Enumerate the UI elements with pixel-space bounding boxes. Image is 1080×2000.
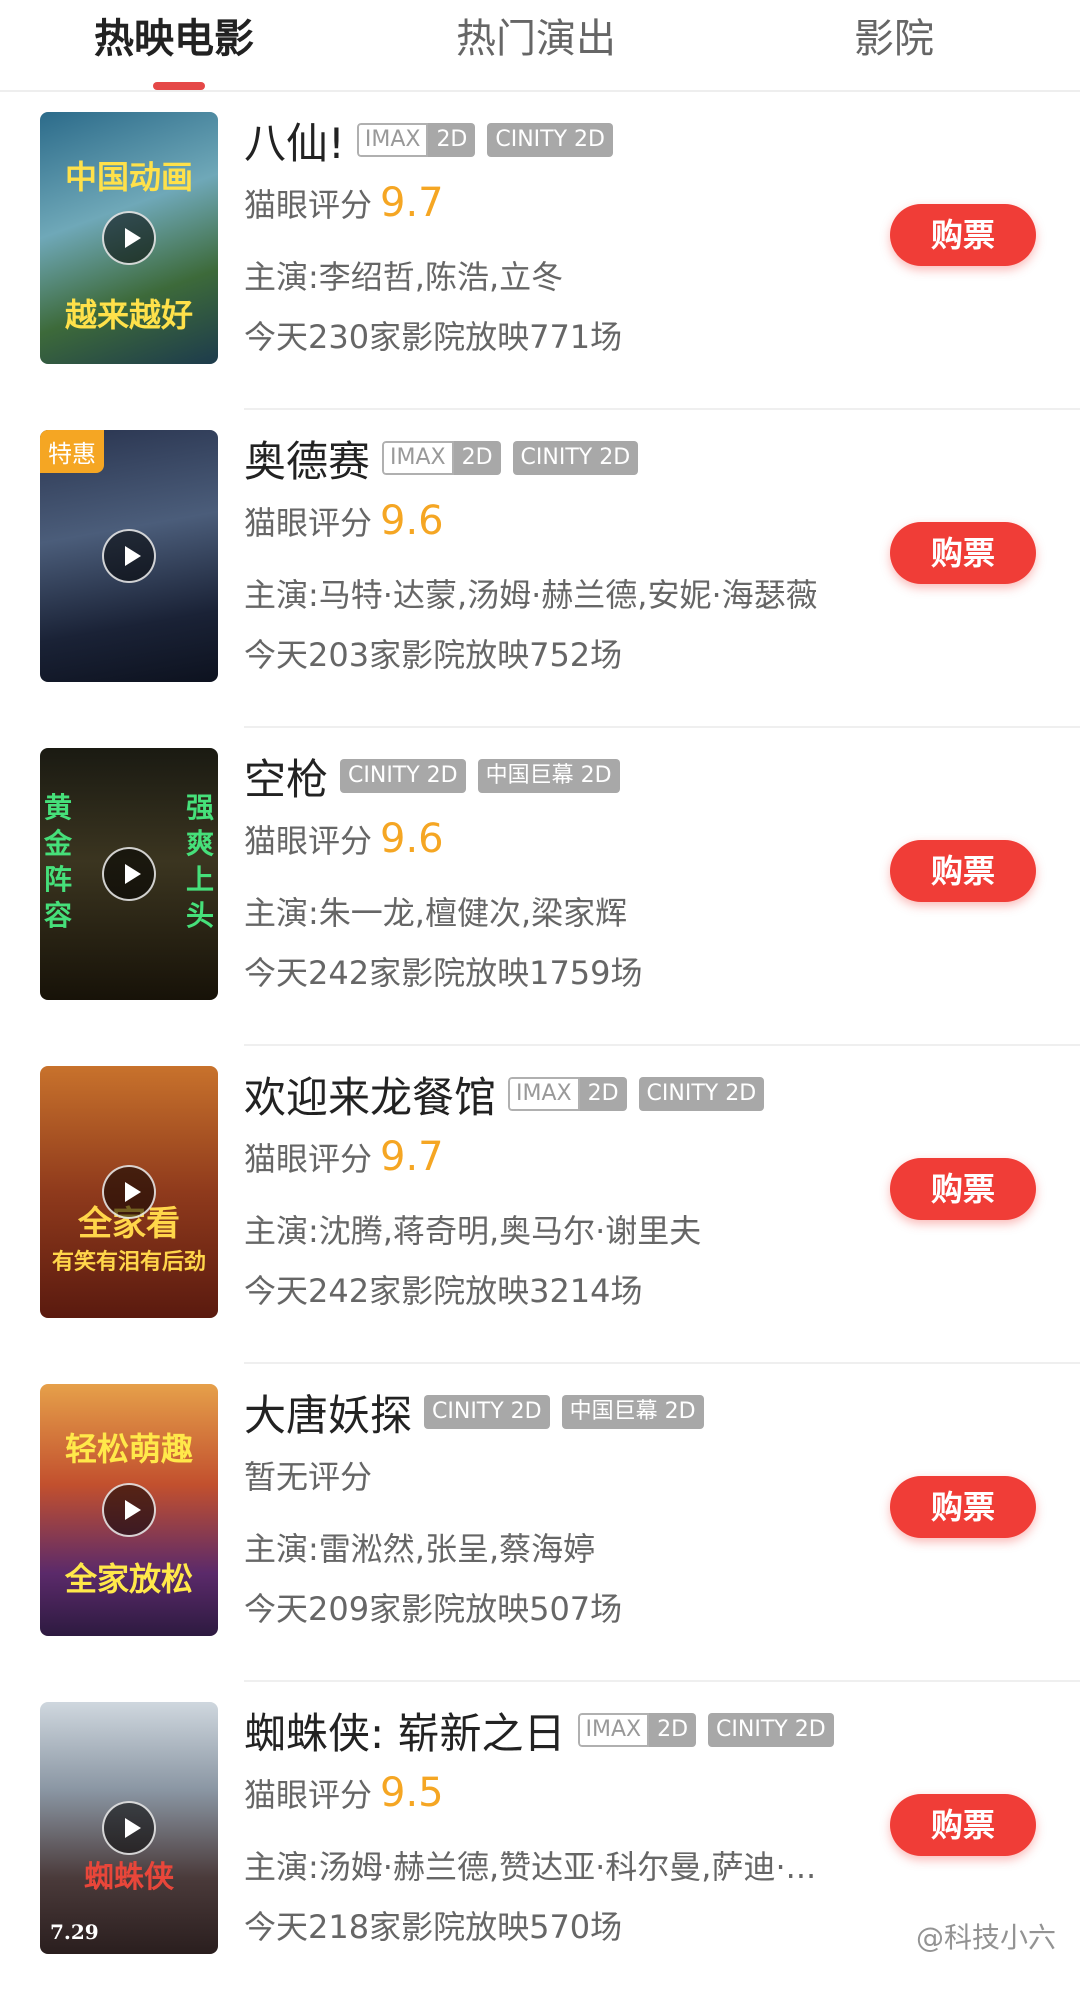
movie-poster[interactable]: 黄金阵容 强爽上头 xyxy=(40,748,218,1000)
tab-hot-shows[interactable]: 热门演出 xyxy=(386,14,686,64)
movie-title: 欢迎来龙餐馆 xyxy=(244,1064,496,1125)
movie-poster[interactable]: 全家看 有笑有泪有后劲 xyxy=(40,1066,218,1318)
buy-ticket-button[interactable]: 购票 xyxy=(890,1158,1036,1220)
poster-caption: 全家放松 xyxy=(40,1554,218,1600)
rating-score: 9.6 xyxy=(380,498,444,544)
poster-caption: 强爽上头 xyxy=(184,790,214,934)
title-row: 欢迎来龙餐馆 IMAX2D CINITY 2D xyxy=(244,1066,764,1122)
showings-text: 今天242家影院放映1759场 xyxy=(244,948,643,994)
rating-label: 猫眼评分 xyxy=(244,180,372,226)
movie-item[interactable]: 全家看 有笑有泪有后劲 欢迎来龙餐馆 IMAX2D CINITY 2D 猫眼评分… xyxy=(0,1046,1080,1364)
active-tab-indicator xyxy=(153,82,205,90)
movie-poster[interactable]: 蜘蛛侠 7.29 xyxy=(40,1702,218,1954)
showings-text: 今天230家影院放映771场 xyxy=(244,312,622,358)
rating-row: 猫眼评分 9.6 xyxy=(244,816,444,866)
play-icon[interactable] xyxy=(102,1801,156,1855)
rating-label: 猫眼评分 xyxy=(244,498,372,544)
buy-ticket-button[interactable]: 购票 xyxy=(890,840,1036,902)
rating-row: 猫眼评分 9.7 xyxy=(244,180,444,230)
rating-row: 暂无评分 xyxy=(244,1452,372,1502)
movie-item[interactable]: 轻松萌趣 全家放松 大唐妖探 CINITY 2D 中国巨幕 2D 暂无评分 主演… xyxy=(0,1364,1080,1682)
poster-caption: 黄金阵容 xyxy=(44,790,74,934)
rating-row: 猫眼评分 9.6 xyxy=(244,498,444,548)
showings-text: 今天218家影院放映570场 xyxy=(244,1902,622,1948)
rating-label: 暂无评分 xyxy=(244,1452,372,1498)
rating-row: 猫眼评分 9.7 xyxy=(244,1134,444,1184)
rating-label: 猫眼评分 xyxy=(244,1134,372,1180)
showings-text: 今天242家影院放映3214场 xyxy=(244,1266,643,1312)
poster-caption: 越来越好 xyxy=(40,290,218,336)
play-icon[interactable] xyxy=(102,847,156,901)
showings-text: 今天209家影院放映507场 xyxy=(244,1584,622,1630)
play-icon[interactable] xyxy=(102,1165,156,1219)
movie-poster[interactable]: 中国动画 越来越好 xyxy=(40,112,218,364)
poster-caption: 中国动画 xyxy=(40,152,218,198)
play-icon[interactable] xyxy=(102,529,156,583)
format-tag: CINITY 2D xyxy=(340,759,466,793)
showings-text: 今天203家影院放映752场 xyxy=(244,630,622,676)
movie-title: 空枪 xyxy=(244,746,328,807)
cast-text: 主演:朱一龙,檀健次,梁家辉 xyxy=(244,888,627,934)
poster-caption: 蜘蛛侠 xyxy=(40,1852,218,1896)
movie-title: 蜘蛛侠: 崭新之日 xyxy=(244,1700,566,1761)
title-row: 蜘蛛侠: 崭新之日 IMAX2D CINITY 2D xyxy=(244,1702,834,1758)
movie-poster[interactable]: 轻松萌趣 全家放松 xyxy=(40,1384,218,1636)
promo-badge: 特惠 xyxy=(40,430,104,473)
movie-item[interactable]: 黄金阵容 强爽上头 空枪 CINITY 2D 中国巨幕 2D 猫眼评分 9.6 … xyxy=(0,728,1080,1046)
cast-text: 主演:汤姆·赫兰德,赞达亚·科尔曼,萨迪·... xyxy=(244,1842,816,1888)
movie-item[interactable]: 中国动画 越来越好 八仙! IMAX2D CINITY 2D 猫眼评分 9.7 … xyxy=(0,92,1080,410)
cast-text: 主演:沈腾,蒋奇明,奥马尔·谢里夫 xyxy=(244,1206,701,1252)
play-icon[interactable] xyxy=(102,1483,156,1537)
format-tag: CINITY 2D xyxy=(513,441,639,475)
format-tag: CINITY 2D xyxy=(708,1713,834,1747)
format-tag: CINITY 2D xyxy=(639,1077,765,1111)
rating-label: 猫眼评分 xyxy=(244,1770,372,1816)
buy-ticket-button[interactable]: 购票 xyxy=(890,1794,1036,1856)
format-tag: 中国巨幕 2D xyxy=(562,1395,704,1429)
title-row: 八仙! IMAX2D CINITY 2D xyxy=(244,112,613,168)
format-tag: CINITY 2D xyxy=(487,123,613,157)
title-row: 奥德赛 IMAX2D CINITY 2D xyxy=(244,430,638,486)
poster-caption: 有笑有泪有后劲 xyxy=(40,1244,218,1276)
movie-title: 八仙! xyxy=(244,110,345,171)
cast-text: 主演:雷淞然,张呈,蔡海婷 xyxy=(244,1524,595,1570)
format-tag: CINITY 2D xyxy=(424,1395,550,1429)
cast-text: 主演:马特·达蒙,汤姆·赫兰德,安妮·海瑟薇 xyxy=(244,570,818,616)
rating-score: 9.7 xyxy=(380,180,444,226)
rating-label: 猫眼评分 xyxy=(244,816,372,862)
watermark: @科技小六 xyxy=(916,1916,1056,1956)
format-tag: IMAX2D xyxy=(382,441,501,475)
cast-text: 主演:李绍哲,陈浩,立冬 xyxy=(244,252,563,298)
format-tag: IMAX2D xyxy=(508,1077,627,1111)
buy-ticket-button[interactable]: 购票 xyxy=(890,1476,1036,1538)
buy-ticket-button[interactable]: 购票 xyxy=(890,522,1036,584)
buy-ticket-button[interactable]: 购票 xyxy=(890,204,1036,266)
poster-caption: 7.29 xyxy=(50,1920,99,1944)
poster-caption: 轻松萌趣 xyxy=(40,1424,218,1470)
title-row: 空枪 CINITY 2D 中国巨幕 2D xyxy=(244,748,620,804)
format-tag: IMAX2D xyxy=(578,1713,697,1747)
format-tag: IMAX2D xyxy=(357,123,476,157)
top-tab-bar: 热映电影 热门演出 影院 xyxy=(0,0,1080,92)
tab-now-showing[interactable]: 热映电影 xyxy=(24,14,324,64)
movie-title: 奥德赛 xyxy=(244,428,370,489)
rating-row: 猫眼评分 9.5 xyxy=(244,1770,444,1820)
rating-score: 9.7 xyxy=(380,1134,444,1180)
title-row: 大唐妖探 CINITY 2D 中国巨幕 2D xyxy=(244,1384,704,1440)
format-tag: 中国巨幕 2D xyxy=(478,759,620,793)
movie-title: 大唐妖探 xyxy=(244,1382,412,1443)
movie-poster[interactable]: 特惠 xyxy=(40,430,218,682)
rating-score: 9.5 xyxy=(380,1770,444,1816)
tab-cinemas[interactable]: 影院 xyxy=(744,14,1044,64)
rating-score: 9.6 xyxy=(380,816,444,862)
movie-item[interactable]: 特惠 奥德赛 IMAX2D CINITY 2D 猫眼评分 9.6 主演:马特·达… xyxy=(0,410,1080,728)
play-icon[interactable] xyxy=(102,211,156,265)
